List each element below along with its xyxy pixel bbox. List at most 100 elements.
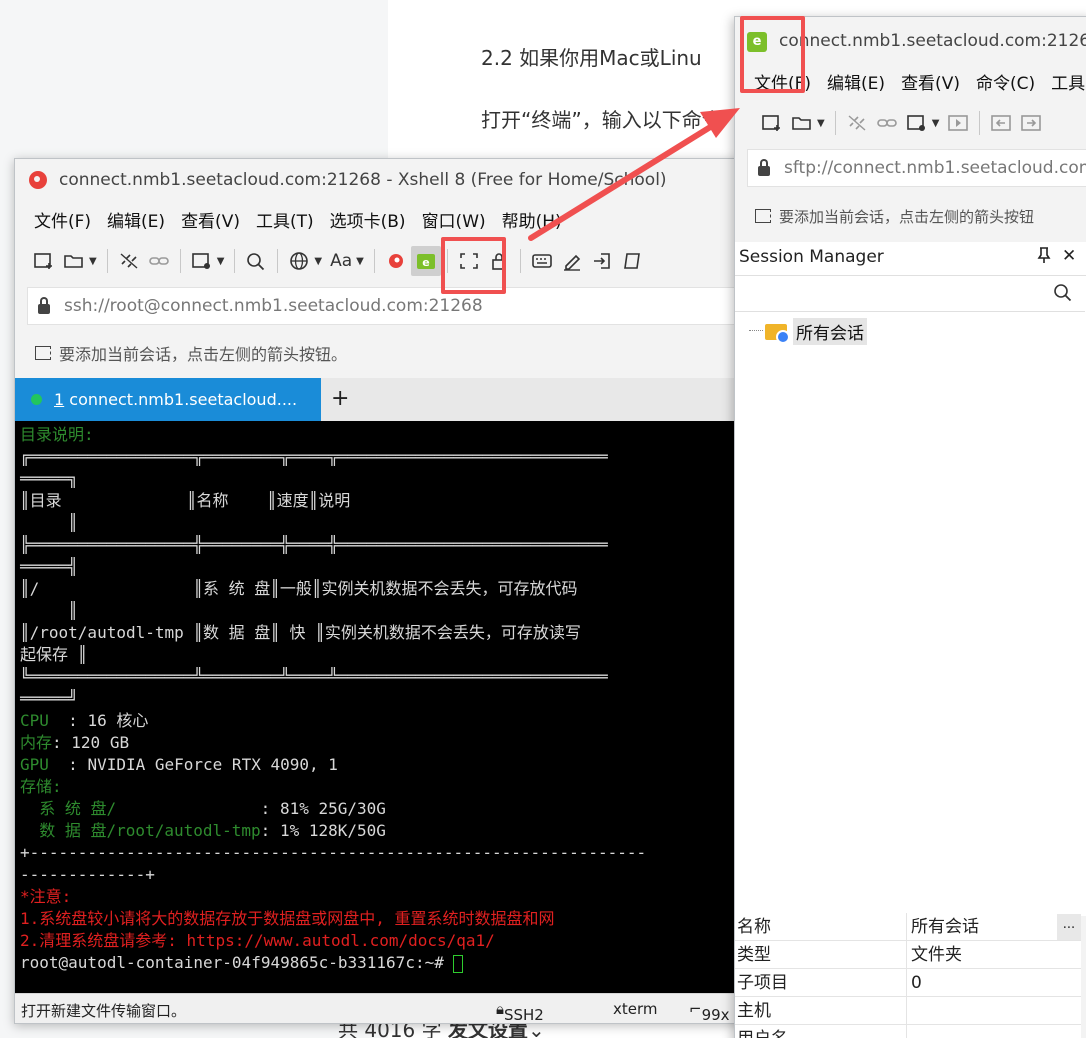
terminal-line: ║/ ║系 统 盘║一般║实例关机数据不会丢失，可存放代码: [20, 579, 578, 598]
document-subheading: 2.2 如果你用Mac或Linu: [481, 46, 702, 70]
chevron-down-icon[interactable]: ▼: [89, 256, 97, 267]
toolbar-separator: [106, 249, 108, 273]
menu-view[interactable]: 查看(V): [901, 69, 960, 94]
menu-help[interactable]: 帮助(H): [502, 207, 562, 232]
open-folder-icon[interactable]: [59, 246, 89, 276]
tree-item-all-sessions[interactable]: 所有会话: [765, 318, 867, 345]
session-settings-icon[interactable]: [187, 246, 217, 276]
property-key: 类型: [735, 941, 907, 968]
tab-session-label: 1 connect.nmb1.seetacloud....: [54, 390, 297, 409]
terminal-line: ╠═════════════════╬════════╬════╬═══════…: [20, 535, 608, 554]
tab-session-1[interactable]: 1 connect.nmb1.seetacloud....: [15, 378, 321, 421]
log-in-icon[interactable]: [587, 246, 617, 276]
add-session-icon[interactable]: [755, 209, 771, 223]
property-key: 子项目: [735, 969, 907, 996]
toolbar-separator: [834, 111, 836, 135]
menu-edit[interactable]: 编辑(E): [107, 207, 165, 232]
terminal-line: ═════╣: [20, 557, 78, 576]
property-row: 主机: [735, 997, 1081, 1025]
chevron-down-icon[interactable]: ▼: [314, 256, 322, 267]
tree-connector: [749, 330, 763, 331]
property-key: 主机: [735, 997, 907, 1024]
menu-view[interactable]: 查看(V): [181, 207, 240, 232]
note-line: 2.清理系统盘请参考: https://www.autodl.com/docs/…: [20, 930, 773, 952]
menu-tools[interactable]: 工具(T): [256, 207, 314, 232]
xshell-address-bar[interactable]: ssh://root@connect.nmb1.seetacloud.com:2…: [27, 287, 773, 325]
terminal-separator: -------------+: [20, 865, 155, 884]
status-message: 打开新建文件传输窗口。: [21, 1002, 187, 1020]
note-title: *注意:: [20, 887, 72, 906]
menu-file[interactable]: 文件(F): [34, 207, 91, 232]
chevron-down-icon[interactable]: ▼: [932, 118, 940, 129]
terminal-line: 目录说明:: [20, 425, 94, 444]
open-folder-icon[interactable]: [787, 108, 817, 138]
add-session-icon[interactable]: [35, 346, 51, 360]
toolbar-separator: [234, 249, 236, 273]
menu-tools[interactable]: 工具: [1051, 69, 1085, 94]
menu-tabs[interactable]: 选项卡(B): [330, 207, 406, 232]
terminal-output[interactable]: 目录说明: ╔═════════════════╦════════╦════╦═…: [15, 421, 773, 995]
toolbar-separator: [179, 249, 181, 273]
terminal-line: ═════╝: [20, 689, 78, 708]
folder-settings-icon: [765, 323, 790, 344]
play-icon[interactable]: [943, 108, 973, 138]
menu-edit[interactable]: 编辑(E): [827, 69, 885, 94]
lock-icon: [758, 159, 770, 176]
search-icon[interactable]: [1053, 283, 1073, 307]
session-search-input[interactable]: [735, 276, 1085, 312]
terminal-separator: +---------------------------------------…: [20, 843, 647, 862]
xshell-logo-icon[interactable]: [381, 246, 411, 276]
highlight-box-xftp-button: [441, 237, 506, 294]
menu-command[interactable]: 命令(C): [976, 69, 1035, 94]
memory-label: 内存: [20, 733, 53, 752]
document-line: 打开“终端”，输入以下命令: [481, 108, 722, 132]
search-icon[interactable]: [241, 246, 271, 276]
more-button[interactable]: ...: [1057, 914, 1081, 940]
arrow-right-icon[interactable]: [1016, 108, 1046, 138]
link-icon[interactable]: [872, 108, 902, 138]
memory-value: : 120 GB: [52, 733, 130, 752]
terminal-line-data-disk: 数 据 盘/root/autodl-tmp: 1% 128K/50G: [20, 820, 773, 842]
toolbar-separator: [519, 249, 521, 273]
close-icon[interactable]: ✕: [1062, 246, 1076, 266]
disconnect-icon[interactable]: [114, 246, 144, 276]
property-row: 用户名: [735, 1025, 1081, 1038]
link-icon[interactable]: [144, 246, 174, 276]
new-session-icon[interactable]: [29, 246, 59, 276]
font-icon[interactable]: Aa: [326, 246, 356, 276]
terminal-line-cpu: CPU : 16 核心: [20, 710, 773, 732]
xftp-address: sftp://connect.nmb1.seetacloud.com: [784, 158, 1086, 178]
chevron-down-icon[interactable]: ▼: [817, 118, 825, 129]
docs-link[interactable]: https://www.autodl.com/docs/qa1/: [187, 931, 495, 950]
xshell-titlebar[interactable]: connect.nmb1.seetacloud.com:21268 - Xshe…: [15, 159, 773, 201]
xftp-hint-bar: 要添加当前会话，点击左侧的箭头按钮: [755, 199, 1034, 233]
terminal-line: ║: [20, 601, 78, 620]
xftp-address-bar[interactable]: sftp://connect.nmb1.seetacloud.com: [747, 149, 1086, 187]
data-disk-label: 数 据 盘/root/autodl-tmp: [20, 821, 261, 840]
pin-icon[interactable]: [1037, 246, 1051, 268]
menu-window[interactable]: 窗口(W): [422, 207, 486, 232]
xshell-hint-bar: 要添加当前会话，点击左侧的箭头按钮。: [35, 336, 347, 370]
keyboard-icon[interactable]: [527, 246, 557, 276]
session-settings-icon[interactable]: [902, 108, 932, 138]
new-file-transfer-icon[interactable]: e: [410, 246, 441, 276]
system-disk-value: : 81% 25G/30G: [260, 799, 386, 818]
globe-icon[interactable]: [284, 246, 314, 276]
property-row: 类型 文件夹: [735, 941, 1081, 969]
property-key: 用户名: [735, 1025, 907, 1038]
xshell-menubar: 文件(F) 编辑(E) 查看(V) 工具(T) 选项卡(B) 窗口(W) 帮助(…: [15, 201, 773, 237]
property-value: 文件夹: [911, 945, 962, 965]
terminal-prompt-line[interactable]: root@autodl-container-04f949865c-b331167…: [20, 952, 773, 974]
new-tab-button[interactable]: +: [331, 386, 349, 411]
status-protocol: 🔒︎ SSH2: [496, 1000, 544, 1024]
disconnect-icon[interactable]: [842, 108, 872, 138]
new-session-icon[interactable]: [757, 108, 787, 138]
highlight-icon[interactable]: [557, 246, 587, 276]
terminal-line: ╔═════════════════╦════════╦════╦═══════…: [20, 447, 608, 466]
arrow-left-icon[interactable]: [986, 108, 1016, 138]
chevron-down-icon[interactable]: ▼: [217, 256, 225, 267]
chevron-down-icon[interactable]: ▼: [356, 256, 364, 267]
session-manager-header: Session Manager ✕: [735, 242, 1086, 276]
script-icon[interactable]: [617, 246, 647, 276]
terminal-line: ║/root/autodl-tmp ║数 据 盘║ 快 ║实例关机数据不会丢失，…: [20, 623, 581, 642]
